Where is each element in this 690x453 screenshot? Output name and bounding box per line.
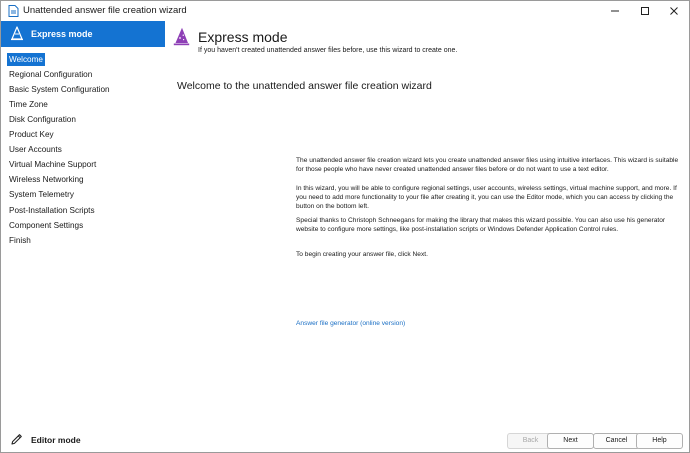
sidebar: Express mode Welcome Regional Configurat…	[1, 21, 165, 452]
express-mode-label: Express mode	[31, 29, 93, 39]
answer-file-generator-link[interactable]: Answer file generator (online version)	[296, 320, 405, 327]
sidebar-item-post-installation-scripts[interactable]: Post-Installation Scripts	[7, 204, 97, 217]
window-title: Unattended answer file creation wizard	[23, 5, 187, 16]
close-icon	[670, 7, 678, 15]
wizard-hat-icon	[11, 26, 23, 41]
sidebar-item-wireless-networking[interactable]: Wireless Networking	[7, 173, 86, 186]
maximize-icon	[641, 7, 649, 15]
sidebar-item-finish[interactable]: Finish	[7, 234, 33, 247]
features-paragraph: In this wizard, you will be able to conf…	[296, 185, 677, 211]
minimize-button[interactable]	[600, 1, 630, 21]
sidebar-item-system-telemetry[interactable]: System Telemetry	[7, 188, 76, 201]
document-icon	[8, 5, 19, 17]
wizard-window: Unattended answer file creation wizard E…	[0, 0, 690, 453]
minimize-icon	[611, 10, 619, 12]
page-title: Express mode	[198, 29, 288, 45]
maximize-button[interactable]	[630, 1, 660, 21]
sidebar-item-regional-configuration[interactable]: Regional Configuration	[7, 68, 94, 81]
title-bar: Unattended answer file creation wizard	[1, 1, 689, 21]
page-subtitle: If you haven't created unattended answer…	[198, 47, 458, 54]
intro-paragraph: The unattended answer file creation wiza…	[296, 157, 679, 174]
sidebar-item-disk-configuration[interactable]: Disk Configuration	[7, 113, 78, 126]
wizard-hat-icon	[173, 27, 190, 46]
help-button[interactable]: Help	[636, 433, 683, 449]
sidebar-item-welcome[interactable]: Welcome	[7, 53, 45, 66]
next-button[interactable]: Next	[547, 433, 594, 449]
cancel-button[interactable]: Cancel	[593, 433, 640, 449]
sidebar-item-basic-system-configuration[interactable]: Basic System Configuration	[7, 83, 112, 96]
close-button[interactable]	[659, 1, 689, 21]
pencil-icon	[11, 434, 22, 445]
sidebar-item-product-key[interactable]: Product Key	[7, 128, 56, 141]
editor-mode-label: Editor mode	[31, 435, 81, 445]
editor-mode-button[interactable]: Editor mode	[10, 432, 160, 448]
begin-paragraph: To begin creating your answer file, clic…	[296, 251, 428, 258]
sidebar-item-component-settings[interactable]: Component Settings	[7, 219, 85, 232]
express-mode-header: Express mode	[1, 21, 165, 47]
thanks-paragraph: Special thanks to Christoph Schneegans f…	[296, 217, 666, 234]
sidebar-item-user-accounts[interactable]: User Accounts	[7, 143, 64, 156]
sidebar-item-virtual-machine-support[interactable]: Virtual Machine Support	[7, 158, 98, 171]
welcome-heading: Welcome to the unattended answer file cr…	[177, 80, 432, 92]
sidebar-item-time-zone[interactable]: Time Zone	[7, 98, 50, 111]
page-header: Express mode If you haven't created unat…	[165, 21, 689, 57]
